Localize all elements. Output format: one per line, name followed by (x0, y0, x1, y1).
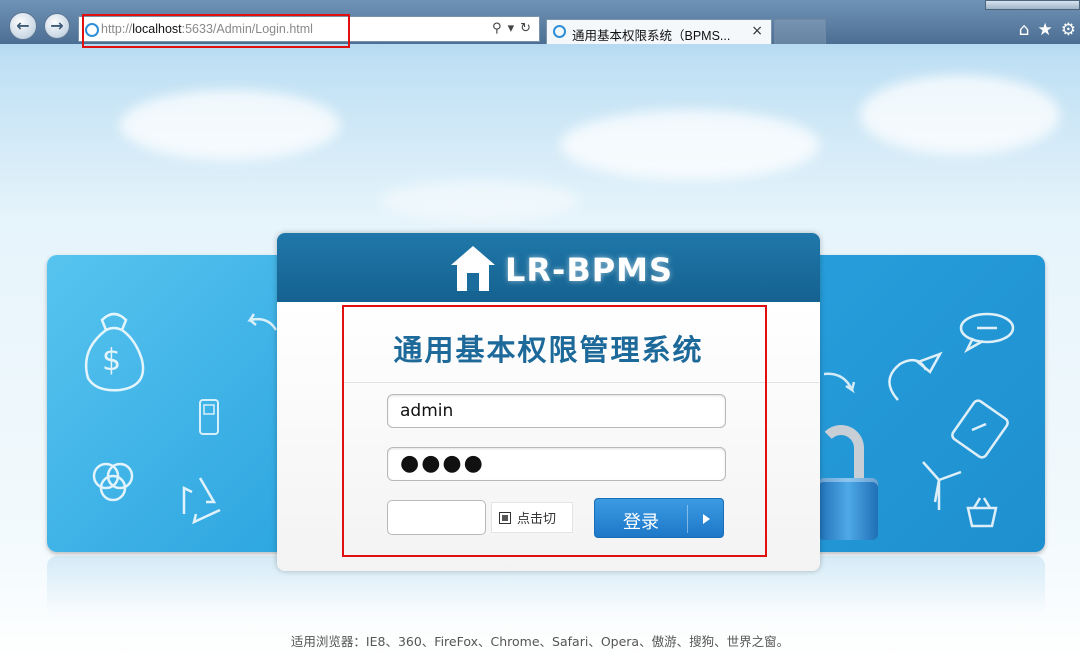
recycle-icon (182, 477, 221, 525)
forward-arrow-icon: → (50, 16, 64, 35)
refresh-icon[interactable]: ↻ (520, 21, 531, 36)
return-arrow-icon (247, 313, 278, 331)
mobile-phone-icon (199, 399, 219, 435)
money-bag-icon: $ (84, 312, 145, 392)
home-icon[interactable]: ⌂ (1019, 20, 1030, 40)
tab-login[interactable]: 通用基本权限系统（BPMS... × (546, 19, 772, 44)
cloud (860, 75, 1060, 155)
panel-header: LR-BPMS (277, 233, 820, 302)
url-highlight-box (82, 14, 350, 48)
svg-text:$: $ (102, 343, 121, 378)
airplane-loop-icon (888, 351, 943, 401)
address-tools: ⚲ ▾ ↻ (486, 21, 531, 36)
supported-browsers-note: 适用浏览器：IE8、360、FireFox、Chrome、Safari、Oper… (290, 634, 790, 649)
forward-button[interactable]: → (44, 13, 70, 39)
cloud (560, 110, 820, 180)
window-controls[interactable] (985, 0, 1080, 10)
ie-tab-icon (553, 25, 566, 38)
curved-arrow-icon (823, 372, 856, 394)
venn-circles-icon (92, 462, 134, 502)
back-arrow-icon: ← (16, 16, 30, 35)
cloud (120, 90, 340, 160)
new-tab-button[interactable] (774, 19, 826, 44)
logo-text: LR-BPMS (505, 251, 674, 289)
dropdown-icon[interactable]: ▾ (508, 21, 515, 36)
gear-icon[interactable]: ⚙ (1061, 20, 1076, 40)
star-icon[interactable]: ★ (1038, 20, 1053, 40)
browser-tools: ⌂ ★ ⚙ (1011, 20, 1076, 40)
windmill-icon (922, 461, 962, 510)
tab-title: 通用基本权限系统（BPMS... (572, 29, 731, 43)
search-icon[interactable]: ⚲ (492, 21, 502, 36)
form-highlight-box (342, 305, 767, 557)
chat-bubble-icon (959, 312, 1015, 354)
back-button[interactable]: ← (9, 12, 37, 40)
tab-close-icon[interactable]: × (751, 23, 763, 39)
cloud (380, 180, 580, 220)
padlock-icon (818, 478, 878, 540)
shopping-basket-icon (966, 497, 998, 528)
house-logo-icon (451, 246, 495, 291)
